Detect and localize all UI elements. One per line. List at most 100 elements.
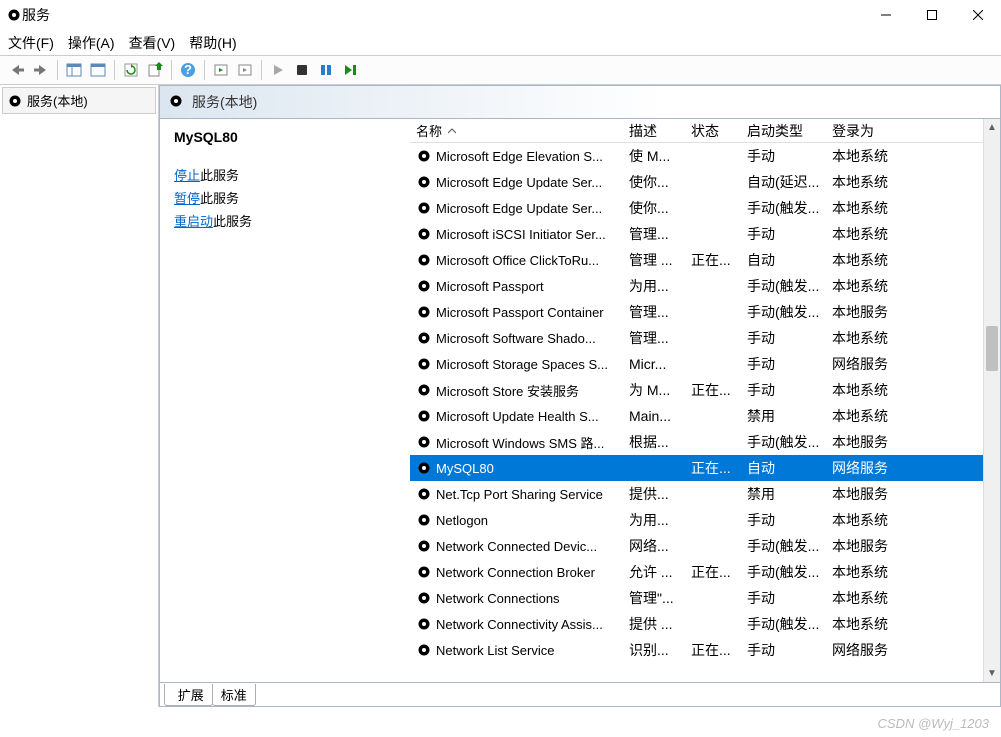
cell-name: Microsoft Edge Update Ser... bbox=[410, 174, 623, 190]
gear-icon bbox=[416, 408, 432, 424]
cell-startup: 手动(触发... bbox=[741, 432, 826, 452]
service-row[interactable]: Microsoft Software Shado...管理...手动本地系统 bbox=[410, 325, 1000, 351]
scroll-up-icon[interactable]: ▲ bbox=[984, 119, 1001, 136]
menu-view[interactable]: 查看(V) bbox=[129, 33, 176, 53]
cell-name: Microsoft Office ClickToRu... bbox=[410, 252, 623, 268]
service-row[interactable]: MySQL80正在...自动网络服务 bbox=[410, 455, 1000, 481]
cell-name: Microsoft Windows SMS 路... bbox=[410, 433, 623, 452]
service-row[interactable]: Network List Service识别...正在...手动网络服务 bbox=[410, 637, 1000, 663]
tool-a-button[interactable] bbox=[210, 59, 232, 81]
start-service-button[interactable] bbox=[267, 59, 289, 81]
cell-status: 正在... bbox=[685, 640, 741, 660]
tab-standard[interactable]: 标准 bbox=[212, 684, 256, 706]
cell-startup: 自动 bbox=[741, 458, 826, 478]
cell-desc: 为 M... bbox=[623, 380, 685, 400]
scroll-down-icon[interactable]: ▼ bbox=[984, 665, 1001, 682]
gear-icon bbox=[416, 252, 432, 268]
cell-desc: 管理... bbox=[623, 302, 685, 322]
service-action-link[interactable]: 停止 bbox=[174, 168, 200, 183]
export-button[interactable] bbox=[144, 59, 166, 81]
cell-startup: 禁用 bbox=[741, 484, 826, 504]
scroll-thumb[interactable] bbox=[986, 326, 998, 371]
col-logon[interactable]: 登录为 bbox=[826, 119, 900, 142]
service-action-link[interactable]: 重启动 bbox=[174, 214, 213, 229]
scroll-track[interactable] bbox=[984, 136, 1000, 665]
cell-desc: Main... bbox=[623, 408, 685, 424]
vertical-scrollbar[interactable]: ▲ ▼ bbox=[983, 119, 1000, 682]
menu-action[interactable]: 操作(A) bbox=[68, 33, 115, 53]
gear-icon bbox=[416, 460, 432, 476]
show-hide-tree-button[interactable] bbox=[63, 59, 85, 81]
col-status[interactable]: 状态 bbox=[685, 119, 741, 142]
tab-extended[interactable]: 扩展 bbox=[164, 684, 213, 706]
details-pane: MySQL80 停止此服务暂停此服务重启动此服务 bbox=[160, 119, 410, 682]
refresh-button[interactable] bbox=[120, 59, 142, 81]
gear-icon bbox=[416, 356, 432, 372]
gear-icon bbox=[416, 590, 432, 606]
service-row[interactable]: Network Connected Devic...网络...手动(触发...本… bbox=[410, 533, 1000, 559]
export-list-button[interactable] bbox=[87, 59, 109, 81]
cell-desc: Micr... bbox=[623, 356, 685, 372]
col-name[interactable]: 名称 bbox=[410, 119, 623, 142]
menu-help[interactable]: 帮助(H) bbox=[189, 33, 236, 53]
service-row[interactable]: Microsoft Edge Update Ser...使你...自动(延迟..… bbox=[410, 169, 1000, 195]
menu-file[interactable]: 文件(F) bbox=[8, 33, 54, 53]
cell-desc: 管理... bbox=[623, 224, 685, 244]
content-header: 服务(本地) bbox=[159, 85, 1001, 119]
service-row[interactable]: Microsoft Passport为用...手动(触发...本地系统 bbox=[410, 273, 1000, 299]
gear-icon bbox=[416, 434, 432, 450]
service-row[interactable]: Netlogon为用...手动本地系统 bbox=[410, 507, 1000, 533]
cell-startup: 手动(触发... bbox=[741, 614, 826, 634]
cell-desc: 管理... bbox=[623, 328, 685, 348]
service-row[interactable]: Net.Tcp Port Sharing Service提供...禁用本地服务 bbox=[410, 481, 1000, 507]
service-row[interactable]: Microsoft Store 安装服务为 M...正在...手动本地系统 bbox=[410, 377, 1000, 403]
help-button[interactable]: ? bbox=[177, 59, 199, 81]
selected-service-name: MySQL80 bbox=[174, 129, 396, 145]
cell-startup: 手动 bbox=[741, 640, 826, 660]
gear-icon bbox=[416, 148, 432, 164]
cell-name: Netlogon bbox=[410, 512, 623, 528]
tree-item-label: 服务(本地) bbox=[27, 91, 88, 110]
back-button[interactable] bbox=[6, 59, 28, 81]
tab-strip: 扩展 标准 bbox=[159, 683, 1001, 707]
gear-icon bbox=[416, 278, 432, 294]
pause-service-button[interactable] bbox=[315, 59, 337, 81]
cell-startup: 手动(触发... bbox=[741, 198, 826, 218]
service-row[interactable]: Microsoft iSCSI Initiator Ser...管理...手动本… bbox=[410, 221, 1000, 247]
column-headers: 名称 描述 状态 启动类型 登录为 bbox=[410, 119, 1000, 143]
col-desc[interactable]: 描述 bbox=[623, 119, 685, 142]
cell-logon: 本地系统 bbox=[826, 380, 900, 400]
service-row[interactable]: Microsoft Office ClickToRu...管理 ...正在...… bbox=[410, 247, 1000, 273]
service-action-link[interactable]: 暂停 bbox=[174, 191, 200, 206]
service-row[interactable]: Microsoft Edge Update Ser...使你...手动(触发..… bbox=[410, 195, 1000, 221]
col-startup[interactable]: 启动类型 bbox=[741, 119, 826, 142]
maximize-button[interactable] bbox=[909, 0, 955, 30]
cell-desc: 使你... bbox=[623, 198, 685, 218]
cell-name: Network List Service bbox=[410, 642, 623, 658]
cell-startup: 手动(触发... bbox=[741, 276, 826, 296]
cell-startup: 手动 bbox=[741, 354, 826, 374]
service-row[interactable]: Microsoft Update Health S...Main...禁用本地系… bbox=[410, 403, 1000, 429]
stop-service-button[interactable] bbox=[291, 59, 313, 81]
service-action-suffix: 此服务 bbox=[213, 214, 252, 229]
tool-b-button[interactable] bbox=[234, 59, 256, 81]
cell-startup: 禁用 bbox=[741, 406, 826, 426]
close-button[interactable] bbox=[955, 0, 1001, 30]
minimize-button[interactable] bbox=[863, 0, 909, 30]
cell-desc: 使你... bbox=[623, 172, 685, 192]
cell-logon: 本地系统 bbox=[826, 510, 900, 530]
forward-button[interactable] bbox=[30, 59, 52, 81]
cell-desc: 识别... bbox=[623, 640, 685, 660]
service-row[interactable]: Microsoft Passport Container管理...手动(触发..… bbox=[410, 299, 1000, 325]
restart-service-button[interactable] bbox=[339, 59, 361, 81]
service-row[interactable]: Network Connectivity Assis...提供 ...手动(触发… bbox=[410, 611, 1000, 637]
service-row[interactable]: Network Connection Broker允许 ...正在...手动(触… bbox=[410, 559, 1000, 585]
gear-icon bbox=[6, 7, 22, 23]
service-row[interactable]: Microsoft Windows SMS 路...根据...手动(触发...本… bbox=[410, 429, 1000, 455]
service-row[interactable]: Network Connections管理"...手动本地系统 bbox=[410, 585, 1000, 611]
service-row[interactable]: Microsoft Edge Elevation S...使 M...手动本地系… bbox=[410, 143, 1000, 169]
tree-item-services-local[interactable]: 服务(本地) bbox=[2, 87, 156, 114]
cell-logon: 本地系统 bbox=[826, 406, 900, 426]
cell-logon: 本地系统 bbox=[826, 562, 900, 582]
service-row[interactable]: Microsoft Storage Spaces S...Micr...手动网络… bbox=[410, 351, 1000, 377]
